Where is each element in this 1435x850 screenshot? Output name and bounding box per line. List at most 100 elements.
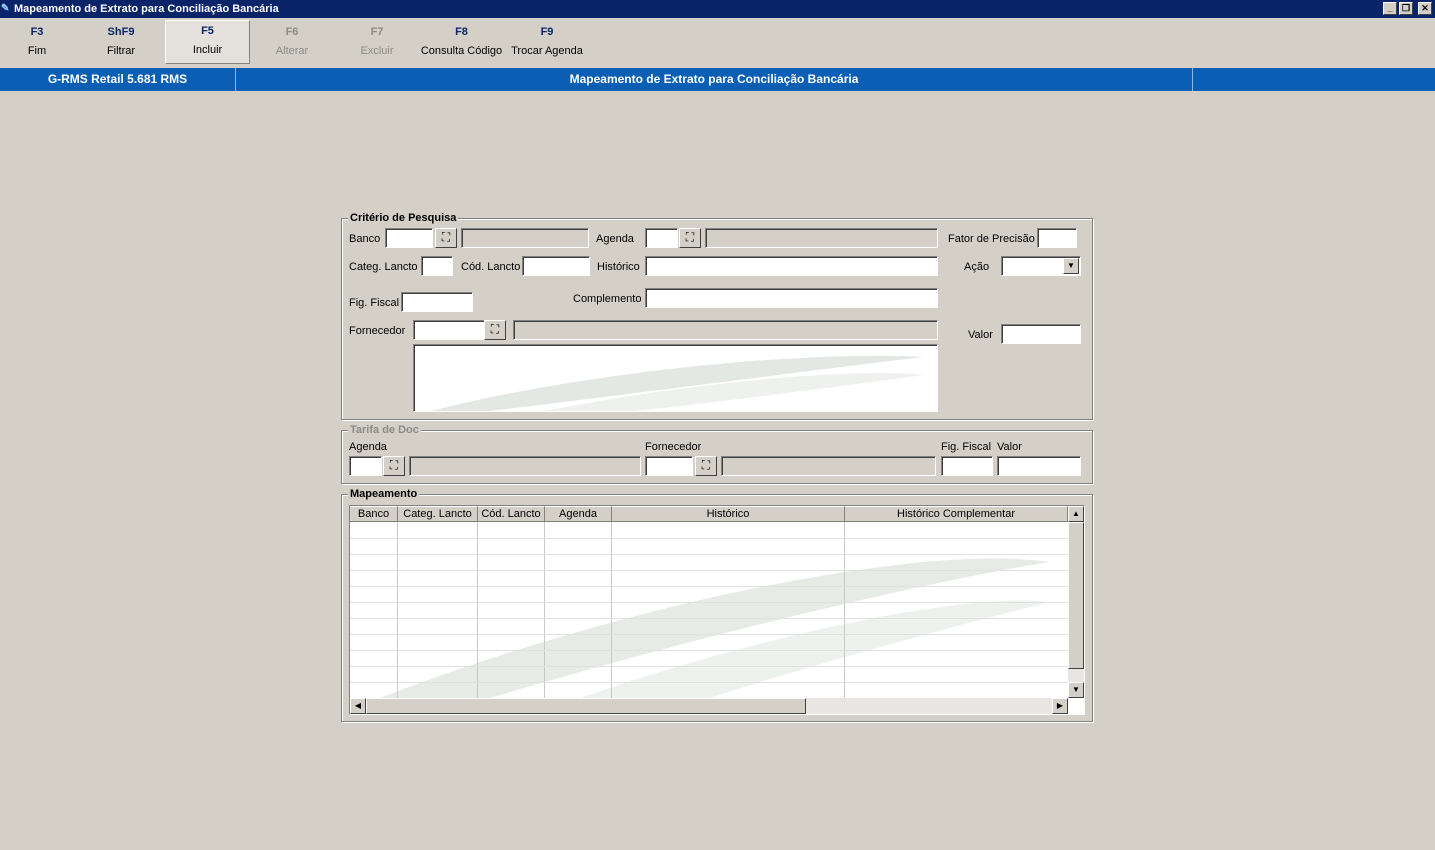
tarifa-fornecedor-input[interactable]: [645, 456, 693, 476]
f6-alterar-button[interactable]: F6 Alterar: [257, 22, 327, 64]
table-row: [350, 666, 1068, 667]
watermark-swoosh: [380, 558, 1050, 698]
f3-key: F3: [30, 26, 44, 38]
shf9-key: ShF9: [107, 26, 135, 38]
table-row: [350, 554, 1068, 555]
tarifa-fornecedor-description-field: [721, 456, 936, 476]
table-row: [350, 682, 1068, 683]
f5-incluir-button[interactable]: F5 Incluir: [165, 20, 250, 64]
historico-label: Histórico: [597, 261, 640, 273]
valor-input[interactable]: [1001, 324, 1081, 344]
minimize-button[interactable]: _: [1383, 2, 1397, 15]
function-key-toolbar: F3 Fim ShF9 Filtrar F5 Incluir F6 Altera…: [0, 18, 1435, 66]
restore-button[interactable]: ❐: [1399, 2, 1413, 15]
f8-consulta-codigo-button[interactable]: F8 Consulta Código: [419, 22, 504, 64]
col-categ-lancto-header[interactable]: Categ. Lancto: [398, 506, 478, 522]
grid-column-divider: [544, 522, 545, 698]
tarifa-agenda-search-button[interactable]: ⛶: [383, 456, 405, 476]
window-title: Mapeamento de Extrato para Conciliação B…: [14, 3, 279, 15]
grid-column-divider: [397, 522, 398, 698]
agenda-label: Agenda: [596, 233, 634, 245]
acao-dropdown-button[interactable]: ▼: [1063, 258, 1079, 274]
col-cod-lancto-header[interactable]: Cód. Lancto: [478, 506, 545, 522]
screen-title: Mapeamento de Extrato para Conciliação B…: [236, 68, 1193, 91]
fator-precisao-label: Fator de Precisão: [948, 233, 1035, 245]
app-icon: ✎: [1, 3, 10, 14]
chevron-right-icon: ▶: [1056, 701, 1064, 710]
banco-input[interactable]: [385, 228, 433, 248]
fornecedor-description-field: [513, 320, 938, 340]
tarifa-fornecedor-search-button[interactable]: ⛶: [695, 456, 717, 476]
tarifa-agenda-label: Agenda: [349, 441, 387, 453]
col-historico-complementar-header[interactable]: Histórico Complementar: [845, 506, 1068, 522]
table-row: [350, 634, 1068, 635]
table-row: [350, 602, 1068, 603]
tarifa-valor-input[interactable]: [997, 456, 1081, 476]
shf9-label: Filtrar: [106, 45, 136, 57]
agenda-description-field: [705, 228, 938, 248]
acao-label: Ação: [964, 261, 990, 273]
f7-excluir-button[interactable]: F7 Excluir: [342, 22, 412, 64]
col-banco-header[interactable]: Banco: [350, 506, 398, 522]
f7-key: F7: [370, 26, 384, 38]
criteria-legend: Critério de Pesquisa: [348, 212, 459, 225]
observacao-textarea[interactable]: [413, 344, 938, 412]
categ-lancto-label: Categ. Lancto: [349, 261, 418, 273]
f3-fim-button[interactable]: F3 Fim: [2, 22, 72, 64]
grid-column-divider: [477, 522, 478, 698]
table-row: [350, 538, 1068, 539]
complemento-input[interactable]: [645, 288, 938, 308]
categ-lancto-input[interactable]: [421, 256, 453, 276]
cod-lancto-input[interactable]: [522, 256, 590, 276]
vertical-scroll-thumb[interactable]: [1068, 522, 1084, 669]
banco-description-field: [461, 228, 589, 248]
fator-precisao-input[interactable]: [1037, 228, 1077, 248]
tarifa-fornecedor-label: Fornecedor: [645, 441, 702, 453]
fornecedor-label: Fornecedor: [349, 325, 406, 337]
historico-input[interactable]: [645, 256, 938, 276]
binoculars-icon: ⛶: [685, 230, 695, 244]
binoculars-icon: ⛶: [441, 230, 451, 244]
watermark-swoosh: [431, 355, 924, 411]
close-button[interactable]: ✕: [1418, 2, 1432, 15]
horizontal-scroll-thumb[interactable]: [366, 698, 806, 714]
tarifa-fig-fiscal-label: Fig. Fiscal: [941, 441, 992, 453]
fig-fiscal-input[interactable]: [401, 292, 473, 312]
mapeamento-grid[interactable]: Banco Categ. Lancto Cód. Lancto Agenda H…: [349, 505, 1085, 715]
fornecedor-search-button[interactable]: ⛶: [484, 320, 506, 340]
app-version: G-RMS Retail 5.681 RMS: [0, 68, 236, 91]
scroll-down-button[interactable]: ▼: [1068, 682, 1084, 698]
fig-fiscal-label: Fig. Fiscal: [349, 297, 400, 309]
table-row: [350, 650, 1068, 651]
tarifa-agenda-description-field: [409, 456, 641, 476]
valor-label: Valor: [968, 329, 993, 341]
grid-column-divider: [611, 522, 612, 698]
f9-trocar-agenda-button[interactable]: F9 Trocar Agenda: [508, 22, 586, 64]
agenda-input[interactable]: [645, 228, 678, 248]
f5-label: Incluir: [192, 44, 223, 56]
f8-key: F8: [455, 26, 468, 38]
window-titlebar: ✎ Mapeamento de Extrato para Conciliação…: [0, 0, 1435, 18]
binoculars-icon: ⛶: [701, 458, 711, 472]
binoculars-icon: ⛶: [389, 458, 399, 472]
tarifa-legend: Tarifa de Doc: [348, 424, 421, 437]
f5-key: F5: [201, 25, 214, 37]
col-historico-header[interactable]: Histórico: [612, 506, 845, 522]
banco-label: Banco: [349, 233, 381, 245]
chevron-down-icon: ▼: [1072, 685, 1080, 694]
grid-column-divider: [844, 522, 845, 698]
tarifa-fig-fiscal-input[interactable]: [941, 456, 993, 476]
scroll-right-button[interactable]: ▶: [1052, 698, 1068, 714]
f9-key: F9: [540, 26, 554, 38]
scroll-up-button[interactable]: ▲: [1068, 506, 1084, 522]
table-row: [350, 618, 1068, 619]
fornecedor-input[interactable]: [413, 320, 485, 340]
chevron-down-icon: ▼: [1067, 261, 1075, 270]
agenda-search-button[interactable]: ⛶: [679, 228, 701, 248]
scroll-left-button[interactable]: ◀: [350, 698, 366, 714]
col-agenda-header[interactable]: Agenda: [545, 506, 612, 522]
banco-search-button[interactable]: ⛶: [435, 228, 457, 248]
tarifa-agenda-input[interactable]: [349, 456, 382, 476]
table-row: [350, 570, 1068, 571]
shf9-filtrar-button[interactable]: ShF9 Filtrar: [86, 22, 156, 64]
